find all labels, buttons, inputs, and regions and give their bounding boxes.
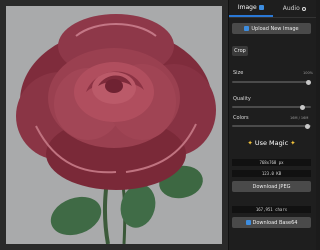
filesize-readout: 123.0 KB: [232, 170, 311, 177]
upload-icon: [244, 26, 250, 31]
size-slider-handle[interactable]: [306, 79, 311, 85]
char-count-readout: 167,951 chars: [232, 206, 311, 213]
colors-slider[interactable]: [232, 123, 311, 129]
quality-label: Quality: [233, 96, 251, 102]
sparkle-icon: ✦: [247, 139, 253, 147]
use-magic-label: Use Magic: [254, 139, 289, 147]
upload-label: Upload New Image: [251, 25, 299, 32]
colors-slider-handle[interactable]: [304, 123, 310, 129]
size-label: Size: [233, 70, 244, 76]
crop-button[interactable]: Crop: [232, 46, 248, 56]
upload-button[interactable]: Upload New Image: [232, 23, 311, 34]
tab-image[interactable]: Image: [229, 0, 273, 17]
tab-image-label: Image: [237, 4, 257, 11]
preview-area: [0, 0, 228, 250]
search-icon: [301, 6, 306, 11]
crop-label: Crop: [234, 48, 246, 54]
use-magic-button[interactable]: ✦ Use Magic ✦: [232, 137, 311, 149]
size-value: 100%: [303, 71, 314, 75]
download-base64-button[interactable]: Download Base64: [232, 217, 311, 228]
download-base64-label: Download Base64: [252, 219, 298, 226]
image-icon: [258, 5, 264, 10]
quality-slider-handle[interactable]: [300, 104, 306, 110]
sparkle-icon: ✦: [290, 139, 296, 147]
tab-audio-label: Audio: [282, 5, 300, 12]
dimensions-readout: 768x768 px: [232, 159, 311, 166]
colors-value: 16M / 16M: [290, 116, 309, 120]
download-icon: [245, 220, 251, 225]
rose-image: [6, 6, 222, 244]
colors-label: Colors: [233, 115, 249, 121]
size-slider[interactable]: [232, 79, 311, 85]
download-jpeg-button[interactable]: Download JPEG: [232, 181, 311, 192]
download-jpeg-label: Download JPEG: [252, 183, 291, 190]
image-canvas: [6, 6, 222, 244]
quality-slider[interactable]: [232, 104, 311, 110]
tab-bar: Image Audio: [229, 0, 316, 18]
tab-audio[interactable]: Audio: [273, 0, 317, 17]
